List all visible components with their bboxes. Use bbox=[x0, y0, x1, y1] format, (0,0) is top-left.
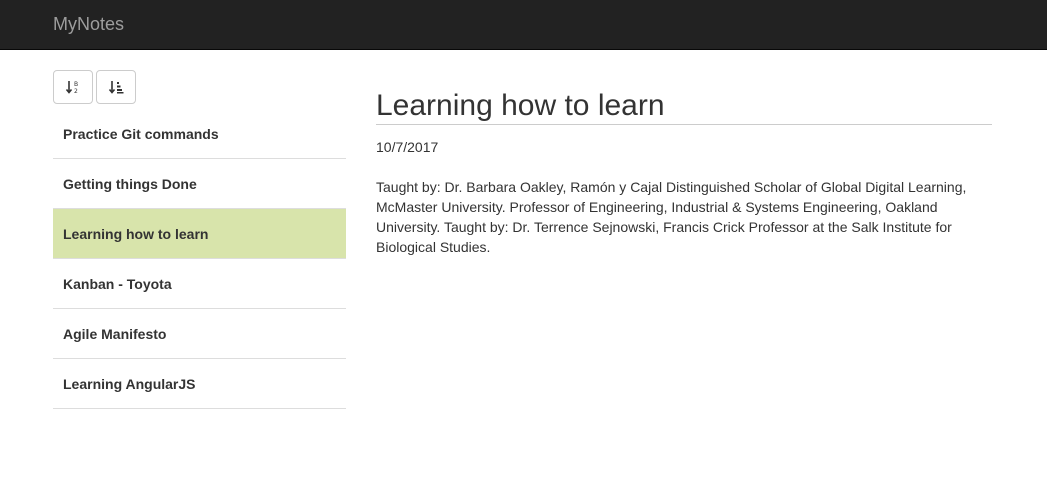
note-list-item[interactable]: Learning AngularJS bbox=[53, 359, 346, 409]
note-list-item[interactable]: Agile Manifesto bbox=[53, 309, 346, 359]
note-date: 10/7/2017 bbox=[376, 139, 439, 155]
note-list-item[interactable]: Getting things Done bbox=[53, 159, 346, 209]
note-body: Taught by: Dr. Barbara Oakley, Ramón y C… bbox=[376, 179, 967, 255]
note-list: Practice Git commands Getting things Don… bbox=[53, 109, 346, 409]
app-brand[interactable]: MyNotes bbox=[53, 14, 124, 34]
note-list-item[interactable]: Kanban - Toyota bbox=[53, 259, 346, 309]
note-detail-panel: Learning how to learn 10/7/2017 Taught b… bbox=[376, 88, 992, 257]
svg-text:B: B bbox=[74, 81, 78, 88]
sort-alpha-icon: B 2 bbox=[65, 81, 78, 95]
svg-text:2: 2 bbox=[74, 88, 78, 95]
note-list-item[interactable]: Practice Git commands bbox=[53, 109, 346, 159]
top-navbar: MyNotes bbox=[0, 0, 1047, 50]
sort-toolbar: B 2 bbox=[53, 70, 136, 104]
note-title: Learning how to learn bbox=[376, 88, 992, 125]
sort-alphabetical-button[interactable]: B 2 bbox=[53, 70, 93, 104]
note-list-item[interactable]: Learning how to learn bbox=[53, 209, 346, 259]
sort-amount-icon bbox=[108, 81, 124, 94]
sort-by-amount-button[interactable] bbox=[96, 70, 136, 104]
